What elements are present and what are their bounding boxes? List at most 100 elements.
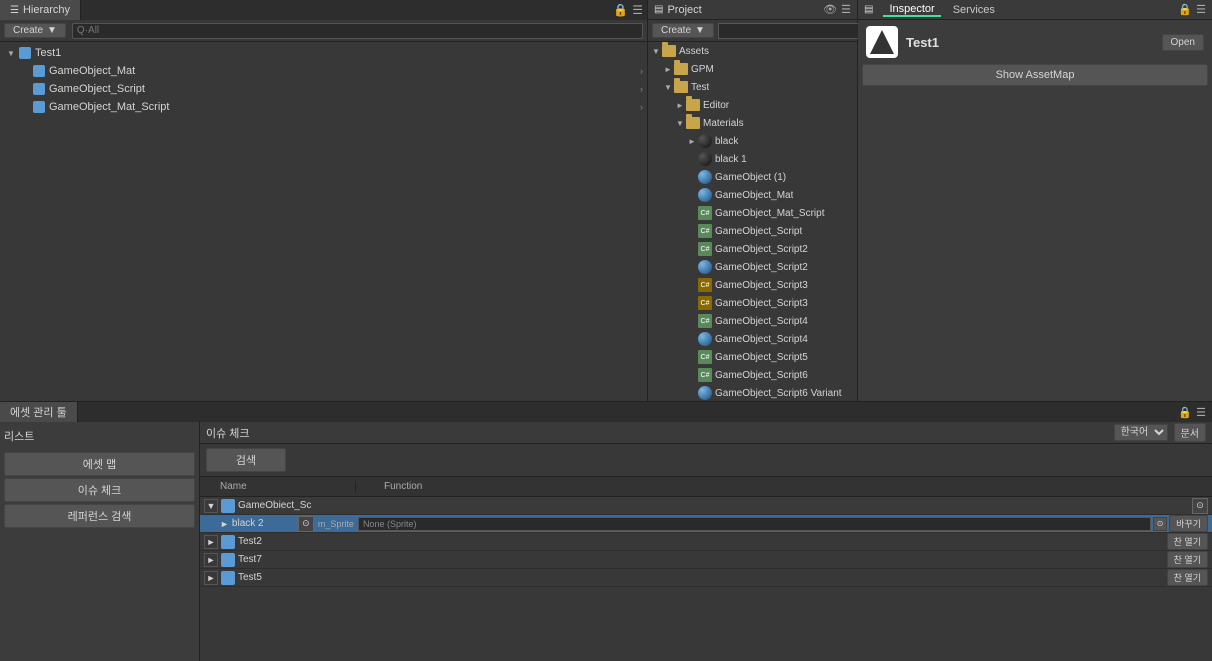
chevron-right-icon: › bbox=[640, 84, 643, 94]
row-expand-icon[interactable]: ► bbox=[204, 553, 218, 567]
inspector-content: Test1 Open Show AssetMap bbox=[858, 20, 1212, 401]
project-item-goscript2a[interactable]: C# GameObject_Script2 bbox=[648, 240, 857, 258]
root-cube-icon bbox=[18, 46, 32, 60]
asset-map-button[interactable]: 에셋 맵 bbox=[4, 452, 195, 476]
assets-arrow-icon: ▼ bbox=[650, 47, 662, 56]
project-item-goscript6[interactable]: C# GameObject_Script6 bbox=[648, 366, 857, 384]
project-toolbar: Create ▼ ☰ ⚙ bbox=[648, 20, 857, 42]
asset-tool-toolbar-row: 이슈 체크 한국어 문서 bbox=[200, 422, 1212, 444]
goscript2b-icon bbox=[698, 260, 712, 274]
project-item-goscript2b[interactable]: GameObject_Script2 bbox=[648, 258, 857, 276]
ref-table-header: Name Function bbox=[200, 477, 1212, 497]
hierarchy-create-button[interactable]: Create ▼ bbox=[4, 23, 66, 38]
row-expand-icon[interactable]: ▼ bbox=[204, 499, 218, 513]
inspector-icon: ▤ bbox=[864, 4, 873, 15]
services-tab[interactable]: Services bbox=[947, 4, 1001, 16]
project-item-goscript5[interactable]: C# GameObject_Script5 bbox=[648, 348, 857, 366]
project-item-goscript3b[interactable]: C# GameObject_Script3 bbox=[648, 294, 857, 312]
inspector-tab[interactable]: Inspector bbox=[883, 3, 940, 17]
assets-folder-icon bbox=[662, 45, 676, 57]
row-expand-icon[interactable]: ► bbox=[204, 571, 218, 585]
open-test5-button[interactable]: 찬 열기 bbox=[1167, 569, 1208, 586]
table-row[interactable]: ► Test7 찬 열기 bbox=[200, 551, 1212, 569]
asset-tool-right: 이슈 체크 한국어 문서 검색 bbox=[200, 422, 1212, 661]
hierarchy-menu-icon[interactable]: ☰ bbox=[632, 3, 643, 17]
project-dropdown-icon: ▼ bbox=[695, 25, 705, 36]
inspector-lock-icon[interactable]: 🔒 bbox=[1178, 3, 1192, 16]
materials-arrow-icon: ▼ bbox=[674, 119, 686, 128]
ref-search-button[interactable]: 레퍼런스 검색 bbox=[4, 504, 195, 528]
project-eye-icon[interactable]: 👁 bbox=[823, 3, 837, 16]
table-row[interactable]: ► black 2 ⊙ m_Sprite None (Sprite) ⊙ 바꾸기 bbox=[200, 515, 1212, 533]
bottom-menu-icon[interactable]: ☰ bbox=[1196, 406, 1206, 419]
table-row[interactable]: ▼ GameObiect_Sc ⊙ bbox=[200, 497, 1212, 515]
hierarchy-item[interactable]: GameObject_Mat_Script › bbox=[0, 98, 647, 116]
open-test2-button[interactable]: 찬 열기 bbox=[1167, 533, 1208, 550]
project-item-gomat[interactable]: GameObject_Mat bbox=[648, 186, 857, 204]
inspector-menu-icon[interactable]: ☰ bbox=[1196, 3, 1206, 16]
project-icon: ▤ bbox=[654, 4, 663, 15]
project-controls: 👁 ☰ bbox=[823, 3, 851, 16]
hierarchy-item[interactable]: GameObject_Script › bbox=[0, 80, 647, 98]
hierarchy-panel: ☰ Hierarchy 🔒 ☰ Create ▼ ▼ bbox=[0, 0, 648, 401]
show-asset-map-button[interactable]: Show AssetMap bbox=[862, 64, 1208, 86]
bottom-lock-icon[interactable]: 🔒 bbox=[1178, 406, 1192, 419]
row-expand-icon[interactable]: ► bbox=[204, 535, 218, 549]
hierarchy-tab[interactable]: ☰ Hierarchy bbox=[0, 0, 81, 20]
project-item-label: GameObject_Script3 bbox=[715, 298, 808, 309]
project-item-goscript4a[interactable]: C# GameObject_Script4 bbox=[648, 312, 857, 330]
project-item-editor[interactable]: ► Editor bbox=[648, 96, 857, 114]
project-item-label: Assets bbox=[679, 46, 709, 57]
project-item-goscript3a[interactable]: C# GameObject_Script3 bbox=[648, 276, 857, 294]
asset-tool-left: 리스트 에셋 맵 이슈 체크 레퍼런스 검색 bbox=[0, 422, 200, 661]
hierarchy-search-input[interactable] bbox=[72, 23, 643, 39]
project-item-gomatscript[interactable]: C# GameObject_Mat_Script bbox=[648, 204, 857, 222]
pick-icon[interactable]: ⊙ bbox=[1153, 517, 1167, 531]
project-item-label: GameObject_Script bbox=[715, 226, 802, 237]
issue-check-button[interactable]: 이슈 체크 bbox=[4, 478, 195, 502]
project-tree: ▼ Assets ► GPM ▼ Test ► Editor bbox=[648, 42, 857, 401]
project-item-label: GPM bbox=[691, 64, 714, 75]
project-item-goscript6v[interactable]: GameObject_Script6 Variant bbox=[648, 384, 857, 401]
bottom-section: 에셋 관리 툴 🔒 ☰ 리스트 에셋 맵 이슈 체크 레퍼런스 검색 bbox=[0, 401, 1212, 661]
project-item-gpm[interactable]: ► GPM bbox=[648, 60, 857, 78]
language-select[interactable]: 한국어 bbox=[1114, 424, 1168, 441]
test5-row-icon bbox=[221, 571, 235, 585]
black-mat-icon bbox=[698, 134, 712, 148]
inspector-open-button[interactable]: Open bbox=[1162, 34, 1204, 51]
hierarchy-item[interactable]: GameObject_Mat › bbox=[0, 62, 647, 80]
project-item-assets[interactable]: ▼ Assets bbox=[648, 42, 857, 60]
hierarchy-root-item[interactable]: ▼ Test1 bbox=[0, 44, 647, 62]
project-menu-icon[interactable]: ☰ bbox=[841, 3, 851, 16]
doc-button[interactable]: 문서 bbox=[1174, 423, 1206, 442]
inspector-asset-name: Test1 bbox=[906, 35, 939, 50]
project-search-input[interactable] bbox=[718, 23, 860, 39]
project-item-goscript[interactable]: C# GameObject_Script bbox=[648, 222, 857, 240]
table-row[interactable]: ► Test5 찬 열기 bbox=[200, 569, 1212, 587]
table-row[interactable]: ► Test2 찬 열기 bbox=[200, 533, 1212, 551]
project-item-black1[interactable]: black 1 bbox=[648, 150, 857, 168]
hierarchy-lock-icon[interactable]: 🔒 bbox=[613, 3, 628, 17]
sub-row-select-icon[interactable]: ⊙ bbox=[298, 516, 314, 532]
project-create-button[interactable]: Create ▼ bbox=[652, 23, 714, 38]
row-select-icon[interactable]: ⊙ bbox=[1192, 498, 1208, 514]
project-item-materials[interactable]: ▼ Materials bbox=[648, 114, 857, 132]
project-item-black[interactable]: ► black bbox=[648, 132, 857, 150]
issue-check-header-label: 이슈 체크 bbox=[206, 425, 250, 441]
project-item-goscript4b[interactable]: GameObject_Script4 bbox=[648, 330, 857, 348]
project-item-label: GameObject_Script4 bbox=[715, 316, 808, 327]
asset-tool-tab[interactable]: 에셋 관리 툴 bbox=[0, 402, 78, 422]
project-item-label: GameObject_Script2 bbox=[715, 262, 808, 273]
project-item-label: GameObject_Script4 bbox=[715, 334, 808, 345]
project-item-test[interactable]: ▼ Test bbox=[648, 78, 857, 96]
inspector-header: ▤ Inspector Services 🔒 ☰ bbox=[858, 0, 1212, 20]
hierarchy-tab-bar: ☰ Hierarchy 🔒 ☰ bbox=[0, 0, 647, 20]
project-item-label: GameObject_Mat_Script bbox=[715, 208, 825, 219]
chevron-right-icon: › bbox=[640, 66, 643, 76]
change-button[interactable]: 바꾸기 bbox=[1169, 515, 1208, 532]
inspector-controls: 🔒 ☰ bbox=[1178, 3, 1206, 16]
open-test7-button[interactable]: 찬 열기 bbox=[1167, 551, 1208, 568]
search-button[interactable]: 검색 bbox=[206, 448, 286, 472]
inspector-panel: ▤ Inspector Services 🔒 ☰ Test1 Open Show… bbox=[858, 0, 1212, 401]
project-item-gameobject1[interactable]: GameObject (1) bbox=[648, 168, 857, 186]
